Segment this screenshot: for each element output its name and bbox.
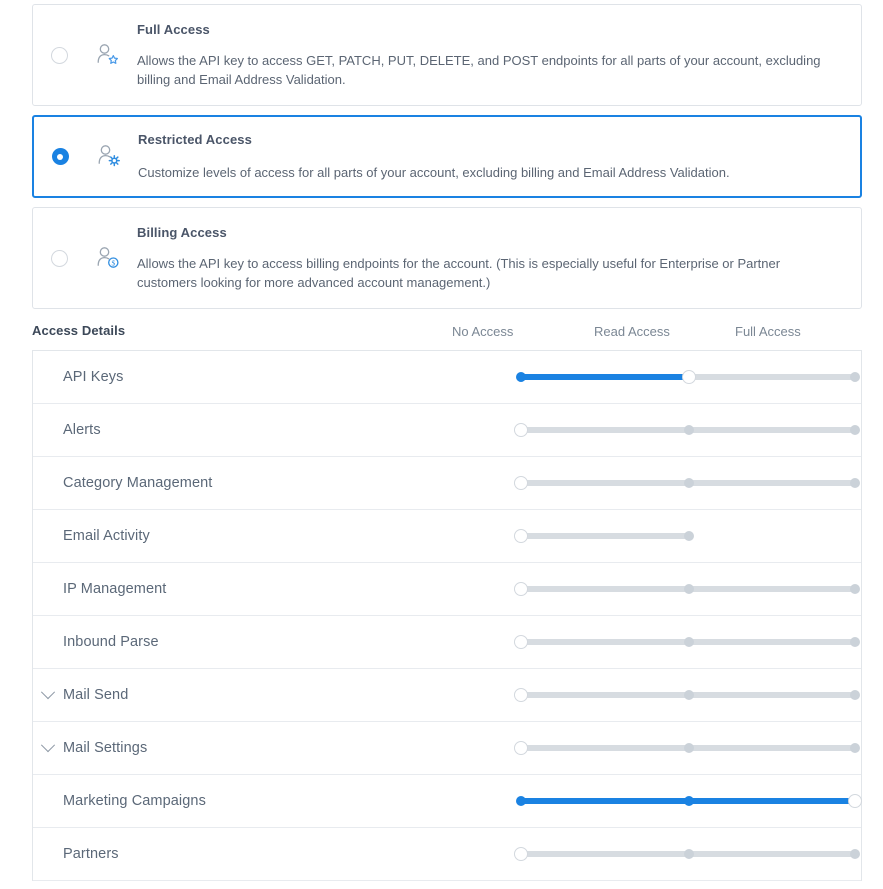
slider-handle[interactable] xyxy=(514,423,528,437)
slider-stop[interactable] xyxy=(684,849,694,859)
permission-label: Email Activity xyxy=(63,528,150,544)
slider-stop[interactable] xyxy=(850,743,860,753)
slider-stop[interactable] xyxy=(850,425,860,435)
slider-track-filled xyxy=(521,374,689,380)
slider-handle[interactable] xyxy=(514,847,528,861)
card-description-restricted-access: Customize levels of access for all parts… xyxy=(138,165,730,180)
permission-row[interactable]: Partners xyxy=(33,828,861,881)
expand-toggle[interactable] xyxy=(33,685,63,700)
slider-track xyxy=(521,533,689,539)
access-level-slider[interactable] xyxy=(485,582,860,596)
permission-row[interactable]: Email Activity xyxy=(33,510,861,563)
slider-handle[interactable] xyxy=(514,529,528,543)
access-level-slider[interactable] xyxy=(485,794,862,808)
card-description-billing-access: Allows the API key to access billing end… xyxy=(137,256,781,290)
access-details-title: Access Details xyxy=(32,323,126,338)
access-level-slider[interactable] xyxy=(485,423,860,437)
permission-label: Alerts xyxy=(63,422,101,438)
permission-label: API Keys xyxy=(63,369,124,385)
access-type-card-billing-access[interactable]: $ Billing Access Allows the API key to acc… xyxy=(32,207,862,309)
permission-row[interactable]: Mail Settings xyxy=(33,722,861,775)
card-title-restricted-access: Restricted Access xyxy=(138,132,252,147)
card-body-billing-access: Billing Access Allows the API key to acce… xyxy=(129,208,861,308)
user-gear-icon xyxy=(96,144,121,169)
slider-stop[interactable] xyxy=(684,637,694,647)
access-type-card-restricted-access[interactable]: Restricted Access Customize levels of acc… xyxy=(32,115,862,198)
column-header-read-access: Read Access xyxy=(594,324,670,339)
slider-handle[interactable] xyxy=(514,476,528,490)
card-title-billing-access: Billing Access xyxy=(137,225,227,240)
radio-restricted-access[interactable] xyxy=(51,148,69,165)
slider-stop[interactable] xyxy=(684,425,694,435)
permission-label: IP Management xyxy=(63,581,167,597)
permission-row[interactable]: Mail Send xyxy=(33,669,861,722)
chevron-down-icon[interactable] xyxy=(40,685,56,700)
slider-stop[interactable] xyxy=(684,584,694,594)
permission-label: Marketing Campaigns xyxy=(63,793,206,809)
permission-row[interactable]: API Keys xyxy=(33,351,861,404)
slider-handle[interactable] xyxy=(514,688,528,702)
expand-toggle[interactable] xyxy=(33,738,63,753)
access-level-slider[interactable] xyxy=(485,688,860,702)
slider-stop[interactable] xyxy=(850,478,860,488)
permission-row[interactable]: Alerts xyxy=(33,404,861,457)
slider-handle[interactable] xyxy=(514,582,528,596)
slider-stop[interactable] xyxy=(684,743,694,753)
slider-stop[interactable] xyxy=(850,637,860,647)
radio-col-restricted-access[interactable] xyxy=(34,117,86,196)
slider-stop[interactable] xyxy=(850,690,860,700)
column-header-no-access: No Access xyxy=(452,324,514,339)
icon-col-billing-access: $ xyxy=(85,208,129,308)
permissions-table: API Keys Alerts Category Management Email A… xyxy=(32,350,862,881)
access-type-card-full-access[interactable]: Full Access Allows the API key to access … xyxy=(32,4,862,106)
slider-stop[interactable] xyxy=(516,372,526,382)
slider-stop[interactable] xyxy=(516,796,526,806)
svg-text:$: $ xyxy=(111,258,115,267)
access-level-slider[interactable] xyxy=(485,476,860,490)
permission-label: Partners xyxy=(63,846,119,862)
icon-col-full-access xyxy=(85,5,129,105)
slider-stop[interactable] xyxy=(850,372,860,382)
access-level-slider[interactable] xyxy=(485,847,860,861)
access-level-slider[interactable] xyxy=(485,370,860,384)
permission-row[interactable]: Inbound Parse xyxy=(33,616,861,669)
card-title-full-access: Full Access xyxy=(137,22,210,37)
slider-stop[interactable] xyxy=(684,478,694,488)
radio-billing-access[interactable] xyxy=(50,249,68,267)
api-key-permissions-page: Full Access Allows the API key to access … xyxy=(0,0,883,889)
permission-label: Inbound Parse xyxy=(63,634,159,650)
card-body-full-access: Full Access Allows the API key to access … xyxy=(129,5,861,105)
slider-handle[interactable] xyxy=(682,370,696,384)
access-level-slider[interactable] xyxy=(485,529,830,543)
permission-row[interactable]: Marketing Campaigns xyxy=(33,775,862,828)
slider-handle[interactable] xyxy=(848,794,862,808)
permission-label: Mail Settings xyxy=(63,740,148,756)
access-type-card-list: Full Access Allows the API key to access … xyxy=(0,0,883,309)
slider-stop[interactable] xyxy=(684,531,694,541)
radio-col-full-access[interactable] xyxy=(33,5,85,105)
permission-label: Category Management xyxy=(63,475,213,491)
chevron-down-icon[interactable] xyxy=(40,738,56,753)
slider-handle[interactable] xyxy=(514,635,528,649)
icon-col-restricted-access xyxy=(86,117,130,196)
slider-stop[interactable] xyxy=(850,849,860,859)
user-star-icon xyxy=(95,43,120,68)
column-header-full-access: Full Access xyxy=(735,324,801,339)
radio-col-billing-access[interactable] xyxy=(33,208,85,308)
permission-row[interactable]: IP Management xyxy=(33,563,861,616)
radio-full-access[interactable] xyxy=(50,46,68,64)
user-dollar-icon: $ xyxy=(95,246,120,271)
access-level-slider[interactable] xyxy=(485,741,860,755)
slider-handle[interactable] xyxy=(514,741,528,755)
slider-stop[interactable] xyxy=(684,690,694,700)
slider-stop[interactable] xyxy=(684,796,694,806)
access-details-header: Access Details No Access Read Access Ful… xyxy=(32,318,862,350)
slider-stop[interactable] xyxy=(850,584,860,594)
card-description-full-access: Allows the API key to access GET, PATCH,… xyxy=(137,53,821,87)
permission-row[interactable]: Category Management xyxy=(33,457,861,510)
permission-label: Mail Send xyxy=(63,687,129,703)
card-body-restricted-access: Restricted Access Customize levels of acc… xyxy=(130,117,860,196)
access-level-slider[interactable] xyxy=(485,635,860,649)
